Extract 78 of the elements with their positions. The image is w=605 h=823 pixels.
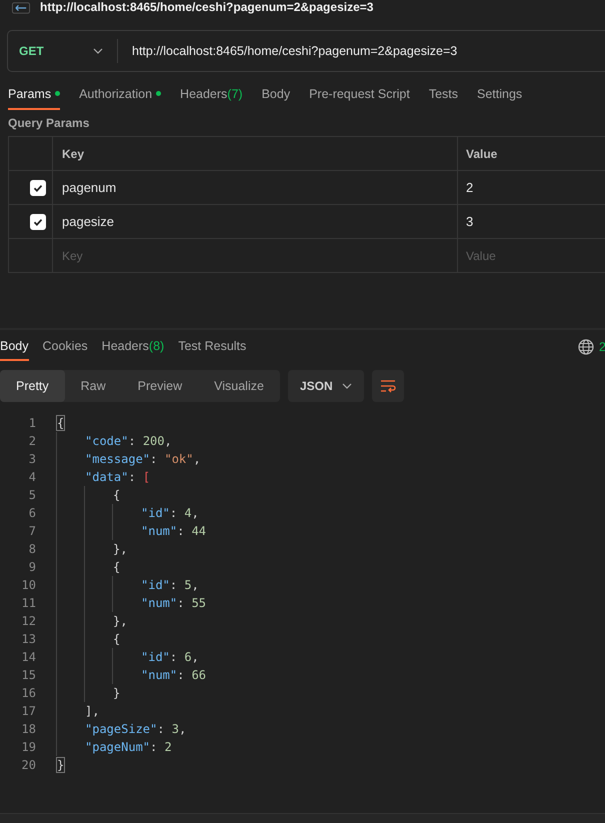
line-number: 3 <box>28 452 36 466</box>
checkbox[interactable] <box>30 214 46 230</box>
code-line: "num": 44 <box>140 524 206 538</box>
line-number: 15 <box>20 668 36 682</box>
code-line: "num": 55 <box>140 596 206 610</box>
line-number: 12 <box>20 614 36 628</box>
line-number: 5 <box>28 488 36 502</box>
param-key: pagesize <box>62 214 114 229</box>
code-line: "message": "ok", <box>84 452 201 466</box>
chevron-down-icon <box>342 383 352 389</box>
chevron-down-icon <box>93 48 103 54</box>
request-tab[interactable]: Settings <box>477 84 522 110</box>
code-line: "id": 4, <box>140 506 199 520</box>
view-mode-tab[interactable]: Raw <box>64 370 122 402</box>
line-number: 18 <box>20 722 36 736</box>
line-number: 2 <box>28 434 36 448</box>
column-header: Value <box>466 146 498 160</box>
request-tab[interactable]: Headers(7) <box>180 84 243 110</box>
line-number: 10 <box>20 578 36 592</box>
method-dropdown[interactable]: GET <box>8 39 118 63</box>
code-line: { <box>56 416 64 430</box>
url-field[interactable]: http://localhost:8465/home/ceshi?pagenum=2&pagesize=3 <box>118 43 605 59</box>
line-number: 20 <box>20 758 36 772</box>
line-number: 11 <box>20 596 36 610</box>
line-number: 14 <box>20 650 36 664</box>
globe-icon[interactable] <box>578 339 594 355</box>
code-line: }, <box>112 542 128 556</box>
response-tab[interactable]: Body <box>0 333 28 361</box>
code-line: { <box>112 560 120 574</box>
url-bar[interactable]: GET http://localhost:8465/home/ceshi?pagenum=2&pagesize=3 <box>7 30 605 72</box>
code-line: } <box>56 758 64 772</box>
code-line: "pageNum": 2 <box>84 740 172 754</box>
line-number: 9 <box>28 560 36 574</box>
status-code: 2 <box>599 340 605 354</box>
code-line: }, <box>112 614 128 628</box>
request-tab[interactable]: Body <box>262 84 290 110</box>
wrap-lines-icon <box>380 379 396 393</box>
view-mode-tab[interactable]: Pretty <box>0 370 65 402</box>
response-tab[interactable]: Test Results <box>178 333 246 361</box>
section-title: Query Params <box>7 115 90 132</box>
line-number: 7 <box>28 524 36 538</box>
request-icon <box>10 2 32 14</box>
param-value: 2 <box>466 180 474 195</box>
code-line: { <box>112 632 120 646</box>
code-line: "pageSize": 3, <box>84 722 186 736</box>
request-tab[interactable]: Pre-request Script <box>309 84 410 110</box>
key-field[interactable]: Key <box>62 248 142 262</box>
line-number: 4 <box>28 470 36 484</box>
param-key: pagenum <box>62 180 116 195</box>
wrap-lines-button[interactable] <box>372 370 404 402</box>
column-header: Key <box>62 146 84 160</box>
line-number: 6 <box>28 506 36 520</box>
checkbox[interactable] <box>30 180 46 196</box>
response-tab[interactable]: Headers(8) <box>102 333 164 361</box>
response-tab[interactable]: Cookies <box>42 333 88 361</box>
code-line: "data": [ <box>84 470 150 484</box>
line-number: 13 <box>20 632 36 646</box>
code-line: { <box>112 488 120 502</box>
request-title: http://localhost:8465/home/ceshi?pagenum=2&pagesize=3 <box>40 1 374 14</box>
view-mode-tab[interactable]: Preview <box>122 370 198 402</box>
line-number: 1 <box>28 416 36 430</box>
code-line: "id": 5, <box>140 578 199 592</box>
code-line: "id": 6, <box>140 650 199 664</box>
code-line: "num": 66 <box>140 668 206 682</box>
format-dropdown[interactable]: JSON <box>288 370 364 402</box>
line-number: 16 <box>20 686 36 700</box>
param-value: 3 <box>466 214 474 229</box>
value-field[interactable]: Value <box>466 248 546 262</box>
line-number: 8 <box>28 542 36 556</box>
request-tab[interactable]: Params <box>8 84 60 110</box>
code-line: "code": 200, <box>84 434 172 448</box>
line-number: 17 <box>20 704 36 718</box>
code-line: ], <box>84 704 100 718</box>
code-line: } <box>112 686 120 700</box>
request-tab[interactable]: Tests <box>428 84 458 110</box>
line-number: 19 <box>20 740 36 754</box>
view-mode-tab[interactable]: Visualize <box>198 370 280 402</box>
request-tab[interactable]: Authorization <box>79 84 162 110</box>
